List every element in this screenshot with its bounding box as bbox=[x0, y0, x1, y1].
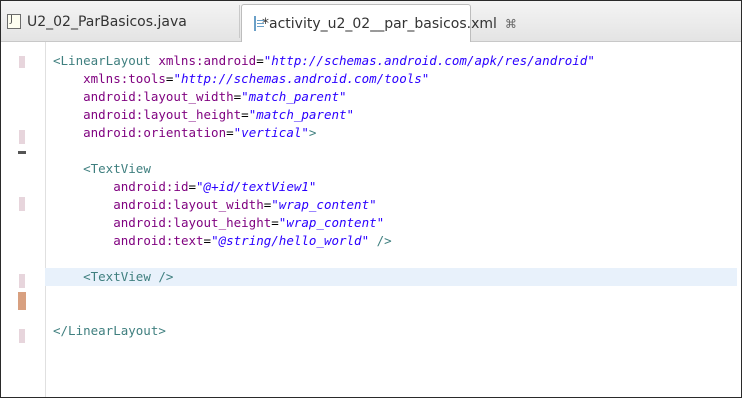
code-line[interactable] bbox=[53, 286, 737, 304]
change-marker bbox=[18, 151, 26, 154]
code-line[interactable]: </LinearLayout> bbox=[53, 322, 737, 340]
tab-xml-label: *activity_u2_02__par_basicos.xml bbox=[262, 15, 497, 32]
editor-window: U2_02_ParBasicos.java *activity_u2_02__p… bbox=[0, 0, 742, 398]
code-line[interactable]: android:layout_width="match_parent" bbox=[53, 88, 737, 106]
code-line[interactable]: android:orientation="vertical"> bbox=[53, 124, 737, 142]
code-token-tag: <LinearLayout bbox=[53, 53, 159, 68]
change-marker bbox=[19, 197, 25, 211]
code-token-attr: xmlns:android bbox=[158, 53, 257, 68]
code-token-tag: /> bbox=[369, 233, 392, 248]
code-token-val: "match_parent" bbox=[248, 107, 355, 122]
code-line[interactable]: android:layout_height="wrap_content" bbox=[53, 214, 737, 232]
code-token-attr: android:text bbox=[113, 233, 204, 248]
code-token-val: "@string/hello_world" bbox=[211, 233, 370, 248]
code-token-plain: = bbox=[226, 125, 234, 140]
xml-file-icon bbox=[254, 16, 264, 31]
code-token-attr: android:orientation bbox=[83, 125, 227, 140]
tab-java-label: U2_02_ParBasicos.java bbox=[27, 13, 187, 30]
gutter-divider bbox=[45, 42, 46, 397]
tab-java-file[interactable]: U2_02_ParBasicos.java bbox=[3, 5, 240, 38]
code-line[interactable]: xmlns:tools="http://schemas.android.com/… bbox=[53, 70, 737, 88]
code-token-attr: xmlns:tools bbox=[83, 71, 166, 86]
code-token-val: "wrap_content" bbox=[278, 215, 385, 230]
code-token-tag: <TextView bbox=[83, 161, 151, 176]
java-file-icon bbox=[7, 14, 21, 29]
code-token-attr: android:id bbox=[113, 179, 189, 194]
change-marker bbox=[19, 274, 25, 288]
code-token-plain: = bbox=[203, 233, 212, 248]
code-token-tag: > bbox=[308, 125, 317, 140]
code-line-current[interactable]: <TextView /> bbox=[45, 268, 737, 286]
code-token-tag: <TextView /> bbox=[83, 269, 174, 284]
code-line[interactable]: android:text="@string/hello_world" /> bbox=[53, 232, 737, 250]
code-token-attr: android:layout_height bbox=[83, 107, 242, 122]
code-token-val: "http://schemas.android.com/tools" bbox=[173, 71, 430, 86]
code-line[interactable] bbox=[53, 250, 737, 268]
code-token-attr: android:layout_width bbox=[113, 197, 264, 212]
code-editor[interactable]: <LinearLayout xmlns:android="http://sche… bbox=[1, 42, 741, 397]
code-token-val: "wrap_content" bbox=[271, 197, 377, 212]
code-token-plain: = bbox=[188, 179, 197, 194]
change-marker bbox=[18, 292, 26, 310]
change-marker bbox=[19, 329, 25, 343]
code-token-plain: = bbox=[271, 215, 279, 230]
code-line[interactable] bbox=[53, 142, 737, 160]
code-token-tag: </LinearLayout> bbox=[53, 323, 166, 338]
editor-gutter bbox=[1, 42, 45, 397]
code-token-val: "http://schemas.android.com/apk/res/andr… bbox=[263, 53, 595, 68]
change-marker bbox=[19, 130, 25, 144]
code-token-attr: android:layout_height bbox=[113, 215, 272, 230]
code-text[interactable]: <LinearLayout xmlns:android="http://sche… bbox=[45, 52, 737, 340]
code-line[interactable] bbox=[53, 304, 737, 322]
code-line[interactable]: <TextView bbox=[53, 160, 737, 178]
code-token-plain: = bbox=[241, 107, 249, 122]
editor-tab-bar: U2_02_ParBasicos.java *activity_u2_02__p… bbox=[1, 1, 741, 42]
code-line[interactable]: android:layout_height="match_parent" bbox=[53, 106, 737, 124]
close-tab-icon[interactable]: ⌘ bbox=[505, 17, 517, 31]
code-token-val: "match_parent" bbox=[241, 89, 347, 104]
code-token-val: "vertical" bbox=[233, 125, 309, 140]
change-marker bbox=[19, 56, 25, 68]
code-token-plain: = bbox=[256, 53, 264, 68]
code-line[interactable]: android:id="@+id/textView1" bbox=[53, 178, 737, 196]
code-token-val: "@+id/textView1" bbox=[196, 179, 317, 194]
code-line[interactable]: <LinearLayout xmlns:android="http://sche… bbox=[53, 52, 737, 70]
code-token-attr: android:layout_width bbox=[83, 89, 234, 104]
tab-xml-file[interactable]: *activity_u2_02__par_basicos.xml ⌘ bbox=[241, 4, 517, 42]
code-line[interactable]: android:layout_width="wrap_content" bbox=[53, 196, 737, 214]
